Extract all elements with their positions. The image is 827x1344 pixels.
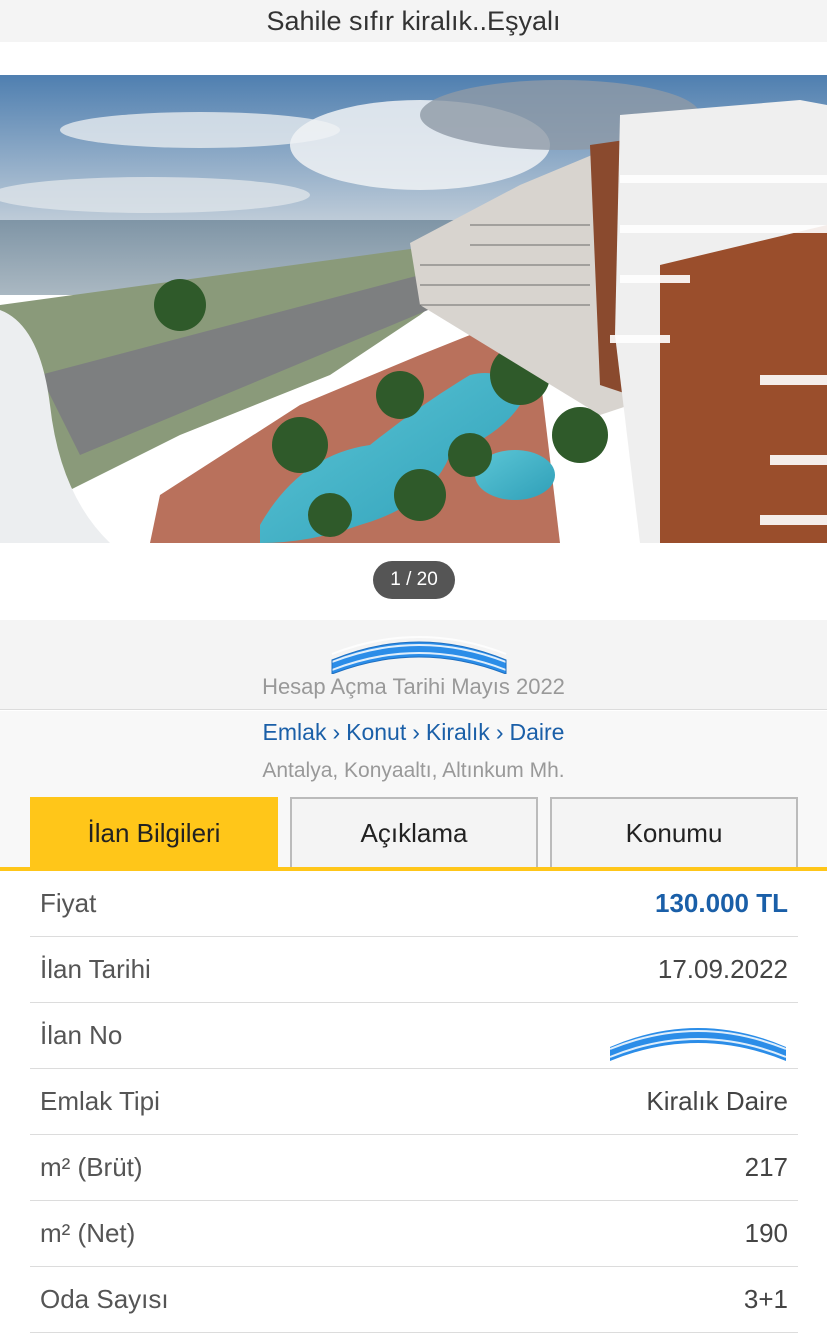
listing-title-bar: Sahile sıfır kiralık..Eşyalı: [0, 0, 827, 42]
breadcrumb-item-kiralik[interactable]: Kiralık: [426, 719, 490, 745]
detail-label: m² (Net): [40, 1218, 136, 1248]
photo-counter: 1 / 20: [373, 561, 455, 599]
account-open-date: Hesap Açma Tarihi Mayıs 2022: [262, 674, 565, 699]
detail-row-date: İlan Tarihi 17.09.2022: [30, 937, 798, 1003]
detail-label: İlan Tarihi: [40, 954, 151, 984]
redacted-owner-name: [331, 636, 507, 674]
detail-label: Oda Sayısı: [40, 1284, 169, 1314]
tab-ilan-bilgileri[interactable]: İlan Bilgileri: [30, 797, 278, 867]
listing-photo[interactable]: [0, 75, 827, 543]
price-value: 130.000 TL: [655, 888, 788, 918]
breadcrumb-item-konut[interactable]: Konut: [346, 719, 406, 745]
tab-aciklama[interactable]: Açıklama: [290, 797, 538, 867]
redacted-listing-no: [608, 1011, 788, 1061]
detail-value: 190: [744, 1218, 788, 1248]
detail-row-listing-no: İlan No: [30, 1003, 798, 1069]
detail-row-net-area: m² (Net) 190: [30, 1201, 798, 1267]
tab-label: İlan Bilgileri: [87, 817, 221, 848]
listing-meta: Emlak › Konut › Kiralık › Daire Antalya, Konya…: [0, 711, 827, 871]
breadcrumb-item-daire[interactable]: Daire: [509, 719, 564, 745]
owner-info: Hesap Açma Tarihi Mayıs 2022: [0, 620, 827, 710]
breadcrumb-separator: ›: [495, 719, 504, 745]
detail-row-price: Fiyat 130.000 TL: [30, 871, 798, 937]
detail-row-room-count: Oda Sayısı 3+1: [30, 1267, 798, 1333]
detail-value: Kiralık Daire: [646, 1086, 788, 1116]
breadcrumb: Emlak › Konut › Kiralık › Daire: [0, 719, 827, 746]
listing-title: Sahile sıfır kiralık..Eşyalı: [266, 5, 561, 36]
detail-label: m² (Brüt): [40, 1152, 143, 1182]
detail-value: 3+1: [743, 1284, 788, 1314]
details-table: Fiyat 130.000 TL İlan Tarihi 17.09.2022 …: [30, 871, 798, 1333]
detail-label: İlan No: [40, 1020, 123, 1050]
breadcrumb-separator: ›: [332, 719, 341, 745]
tab-konumu[interactable]: Konumu: [550, 797, 798, 867]
detail-row-gross-area: m² (Brüt) 217: [30, 1135, 798, 1201]
detail-label: Fiyat: [40, 888, 97, 918]
listing-location: Antalya, Konyaaltı, Altınkum Mh.: [262, 759, 565, 782]
photo-counter-text: 1 / 20: [390, 569, 438, 590]
detail-value: 17.09.2022: [657, 954, 788, 984]
tab-label: Açıklama: [360, 817, 468, 848]
breadcrumb-item-emlak[interactable]: Emlak: [263, 719, 327, 745]
detail-row-property-type: Emlak Tipi Kiralık Daire: [30, 1069, 798, 1135]
detail-value: 217: [744, 1152, 788, 1182]
detail-label: Emlak Tipi: [40, 1086, 160, 1116]
tab-label: Konumu: [625, 817, 723, 848]
breadcrumb-separator: ›: [412, 719, 420, 745]
